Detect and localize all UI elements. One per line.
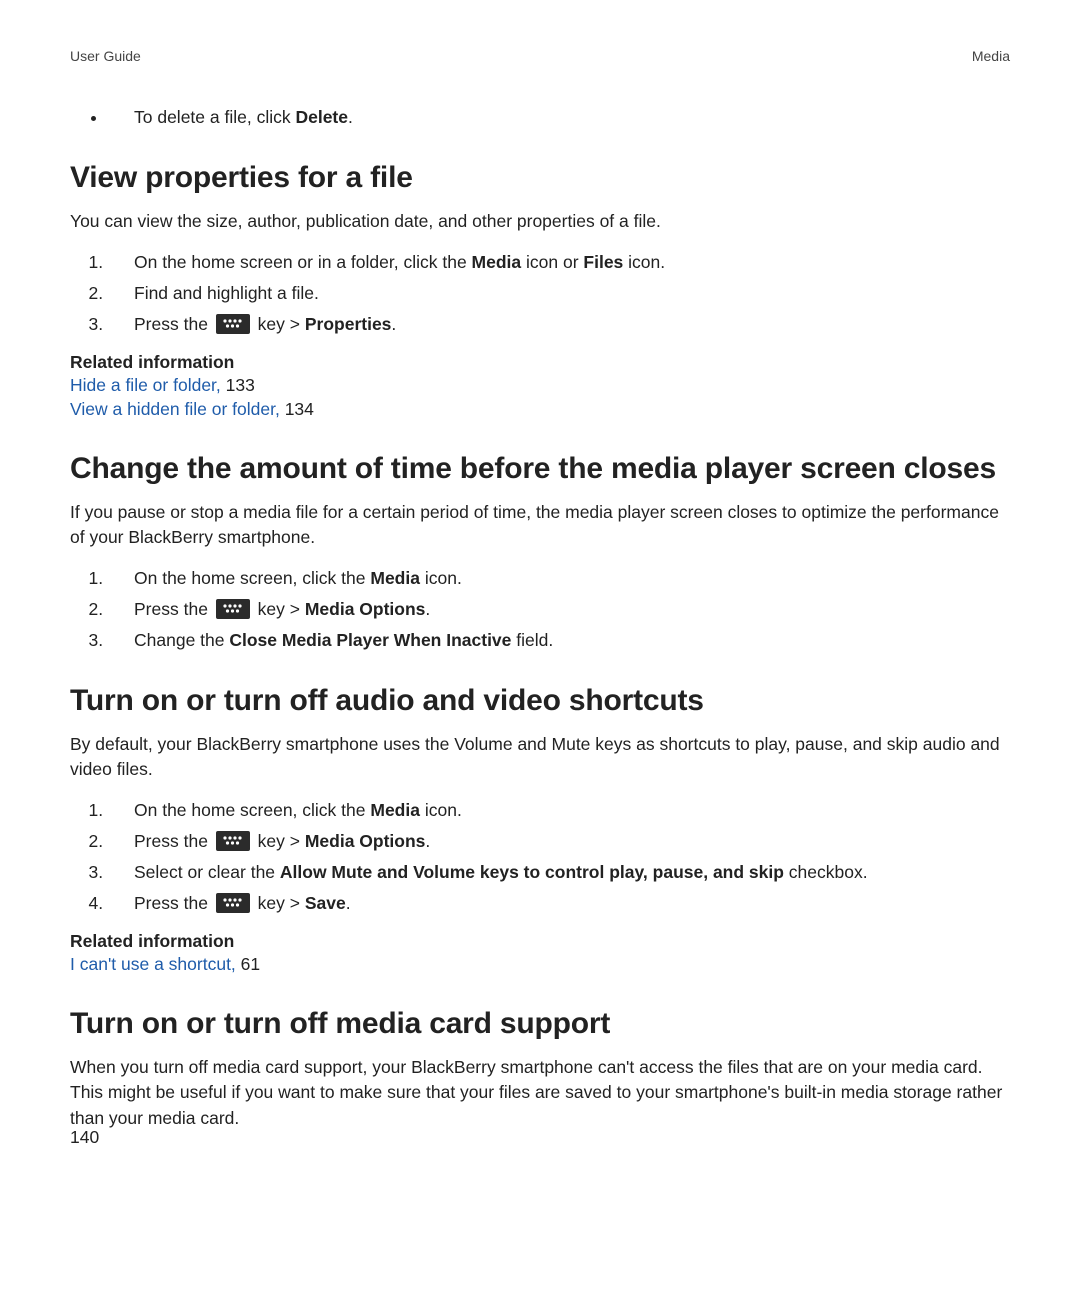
header-right: Media [972, 48, 1010, 64]
bullet-list: To delete a file, click Delete. [70, 104, 1010, 131]
related-link-row: View a hidden file or folder, 134 [70, 397, 1010, 422]
heading-av-shortcuts: Turn on or turn off audio and video shor… [70, 684, 1010, 718]
menu-key-icon [216, 893, 250, 913]
header-left: User Guide [70, 48, 141, 64]
step: Press the key > Properties. [108, 311, 1010, 338]
link-view-hidden-file[interactable]: View a hidden file or folder, [70, 399, 285, 419]
link-cant-use-shortcut[interactable]: I can't use a shortcut, [70, 954, 241, 974]
heading-media-card: Turn on or turn off media card support [70, 1007, 1010, 1041]
steps-view-properties: On the home screen or in a folder, click… [70, 249, 1010, 338]
menu-key-icon [216, 599, 250, 619]
step: Press the key > Save. [108, 890, 1010, 917]
step: On the home screen, click the Media icon… [108, 797, 1010, 824]
steps-av-shortcuts: On the home screen, click the Media icon… [70, 797, 1010, 918]
related-info-heading: Related information [70, 931, 1010, 952]
step: On the home screen, click the Media icon… [108, 565, 1010, 592]
page-header: User Guide Media [70, 48, 1010, 64]
link-hide-file[interactable]: Hide a file or folder, [70, 375, 226, 395]
intro-media-card: When you turn off media card support, yo… [70, 1055, 1010, 1131]
menu-key-icon [216, 831, 250, 851]
related-info-heading: Related information [70, 352, 1010, 373]
steps-change-timeout: On the home screen, click the Media icon… [70, 565, 1010, 654]
heading-view-properties: View properties for a file [70, 161, 1010, 195]
step: Press the key > Media Options. [108, 828, 1010, 855]
menu-key-icon [216, 314, 250, 334]
page-content: User Guide Media To delete a file, click… [0, 0, 1080, 1131]
related-link-row: Hide a file or folder, 133 [70, 373, 1010, 398]
step: Find and highlight a file. [108, 280, 1010, 307]
heading-change-timeout: Change the amount of time before the med… [70, 452, 1010, 486]
step: Change the Close Media Player When Inact… [108, 627, 1010, 654]
intro-view-properties: You can view the size, author, publicati… [70, 209, 1010, 234]
related-link-row: I can't use a shortcut, 61 [70, 952, 1010, 977]
intro-av-shortcuts: By default, your BlackBerry smartphone u… [70, 732, 1010, 783]
page-number: 140 [70, 1127, 99, 1148]
step: Select or clear the Allow Mute and Volum… [108, 859, 1010, 886]
step: Press the key > Media Options. [108, 596, 1010, 623]
intro-change-timeout: If you pause or stop a media file for a … [70, 500, 1010, 551]
step: On the home screen or in a folder, click… [108, 249, 1010, 276]
bullet-delete: To delete a file, click Delete. [108, 104, 1010, 131]
